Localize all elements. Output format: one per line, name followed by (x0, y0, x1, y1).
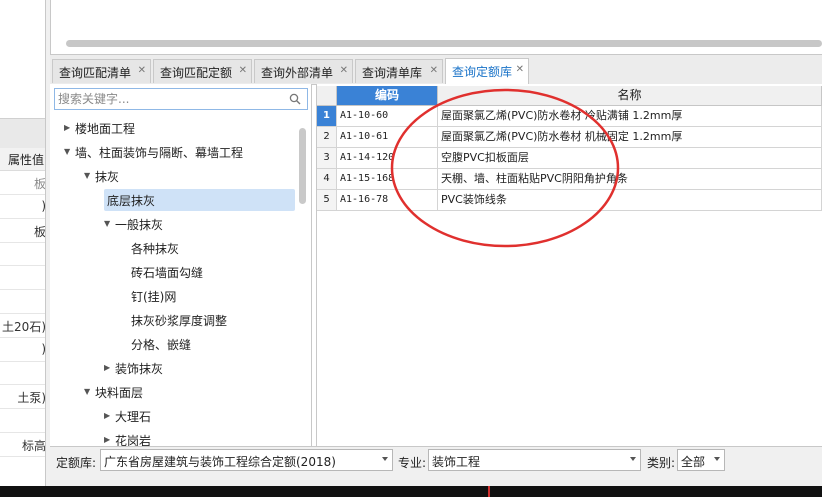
tab-2[interactable]: 查询外部清单 ✕ (254, 59, 353, 83)
tree-vertical-scrollbar[interactable] (299, 128, 306, 204)
red-circle-annotation (390, 88, 620, 248)
row-number[interactable]: 5 (317, 190, 337, 211)
tree-node-label: 大理石 (115, 410, 152, 424)
tab-label: 查询外部清单 (261, 66, 334, 80)
chevron-down-icon (630, 457, 636, 461)
grid-corner-cell (317, 86, 337, 106)
property-row-value: 标高 (21, 438, 46, 453)
taskbar-strip (0, 486, 822, 497)
tree-node-label: 楼地面工程 (75, 122, 136, 136)
property-row[interactable] (0, 290, 45, 314)
major-label: 专业: (398, 456, 427, 470)
quota-lib-label: 定额库: (56, 456, 97, 470)
search-box[interactable] (54, 88, 308, 110)
taskbar-marker (488, 486, 490, 497)
tree-node[interactable]: 钉(挂)网 (124, 285, 295, 307)
property-row[interactable]: 板 (0, 171, 46, 195)
close-icon[interactable]: ✕ (430, 65, 438, 76)
caret-down-icon[interactable]: ▼ (64, 146, 72, 158)
tree-node-label: 抹灰砂浆厚度调整 (131, 314, 228, 328)
tree-node[interactable]: 底层抹灰 (104, 189, 295, 211)
tree-node-label: 抹灰 (95, 170, 120, 184)
row-number[interactable]: 3 (317, 148, 337, 169)
tab-label: 查询匹配清单 (59, 66, 132, 80)
major-select[interactable]: 装饰工程 (428, 449, 641, 471)
tab-1[interactable]: 查询匹配定额 ✕ (153, 59, 252, 83)
close-icon[interactable]: ✕ (516, 64, 524, 75)
tab-label: 查询匹配定额 (160, 66, 233, 80)
caret-right-icon[interactable]: ▶ (64, 122, 72, 134)
tree-node[interactable]: ▼ 抹灰 (84, 165, 295, 187)
tree-node-label: 砖石墙面勾缝 (131, 266, 204, 280)
tree-node[interactable]: ▼ 一般抹灰 (104, 213, 295, 235)
horizontal-scrollbar[interactable] (66, 40, 822, 47)
caret-right-icon[interactable]: ▶ (104, 362, 112, 374)
tree-node[interactable]: ▼ 块料面层 (84, 381, 295, 403)
property-row[interactable]: ) (0, 195, 46, 219)
tree-node-label: 墙、柱面装饰与隔断、幕墙工程 (75, 146, 244, 160)
row-number[interactable]: 1 (317, 106, 337, 127)
category-select[interactable]: 全部 (677, 449, 725, 471)
property-row[interactable]: 标高 (0, 433, 46, 457)
tree-node[interactable]: 抹灰砂浆厚度调整 (124, 309, 295, 331)
property-value-header: 属性值 (7, 153, 44, 167)
property-row-value: ) (41, 341, 46, 356)
tree-node-label: 钉(挂)网 (131, 290, 177, 304)
quota-lib-select[interactable]: 广东省房屋建筑与装饰工程综合定额(2018) (100, 449, 393, 471)
tree-node[interactable]: 各种抹灰 (124, 237, 295, 259)
tree-node-label: 分格、嵌缝 (131, 338, 192, 352)
property-row-value: ) (41, 198, 46, 213)
caret-down-icon[interactable]: ▼ (104, 218, 112, 230)
search-icon[interactable] (289, 93, 301, 105)
tree-node[interactable]: ▼ 墙、柱面装饰与隔断、幕墙工程 (64, 141, 295, 163)
chevron-down-icon (714, 457, 720, 461)
property-panel: 属性值 板) 板土20石)) 土泵) 标高 (0, 0, 46, 486)
property-row[interactable]: 土泵) (0, 385, 46, 410)
close-icon[interactable]: ✕ (138, 65, 146, 76)
caret-down-icon[interactable]: ▼ (84, 386, 92, 398)
property-column-header: 属性值 (0, 148, 45, 171)
property-row[interactable]: 板 (0, 219, 46, 243)
property-row[interactable] (0, 242, 45, 267)
tree-node[interactable]: 分格、嵌缝 (124, 333, 295, 355)
row-number[interactable]: 4 (317, 169, 337, 190)
caret-right-icon[interactable]: ▶ (104, 434, 112, 446)
tree-node-label: 底层抹灰 (107, 194, 156, 208)
property-row-value: 土20石) (2, 319, 46, 334)
property-row-value: 板 (33, 177, 46, 191)
search-input[interactable] (57, 90, 280, 108)
tree-node[interactable]: ▶ 大理石 (104, 405, 295, 427)
property-row-value: 板 (33, 224, 46, 239)
chevron-down-icon (382, 457, 388, 461)
property-row[interactable] (0, 361, 45, 386)
property-row[interactable] (0, 409, 45, 433)
tree-node-label: 一般抹灰 (115, 218, 164, 232)
close-icon[interactable]: ✕ (340, 65, 348, 76)
property-row[interactable] (0, 266, 45, 291)
property-row[interactable]: 土20石) (0, 314, 46, 338)
tree-node[interactable]: ▶ 楼地面工程 (64, 117, 295, 139)
tree-node[interactable]: ▶ 装饰抹灰 (104, 357, 295, 379)
category-label: 类别: (647, 456, 676, 470)
quota-lib-value: 广东省房屋建筑与装饰工程综合定额(2018) (104, 455, 336, 469)
property-row[interactable]: ) (0, 338, 46, 362)
caret-down-icon[interactable]: ▼ (84, 170, 92, 182)
row-number[interactable]: 2 (317, 127, 337, 148)
tree-node[interactable]: 砖石墙面勾缝 (124, 261, 295, 283)
major-value: 装饰工程 (432, 455, 481, 469)
tree-node-label: 各种抹灰 (131, 242, 180, 256)
tree-node-label: 装饰抹灰 (115, 362, 164, 376)
category-value: 全部 (681, 455, 706, 469)
close-icon[interactable]: ✕ (239, 65, 247, 76)
caret-right-icon[interactable]: ▶ (104, 410, 112, 422)
tab-0[interactable]: 查询匹配清单 ✕ (52, 59, 151, 83)
property-row-value: 土泵) (17, 391, 46, 406)
tree-node-label: 块料面层 (95, 386, 144, 400)
property-panel-header-bg (0, 118, 45, 150)
